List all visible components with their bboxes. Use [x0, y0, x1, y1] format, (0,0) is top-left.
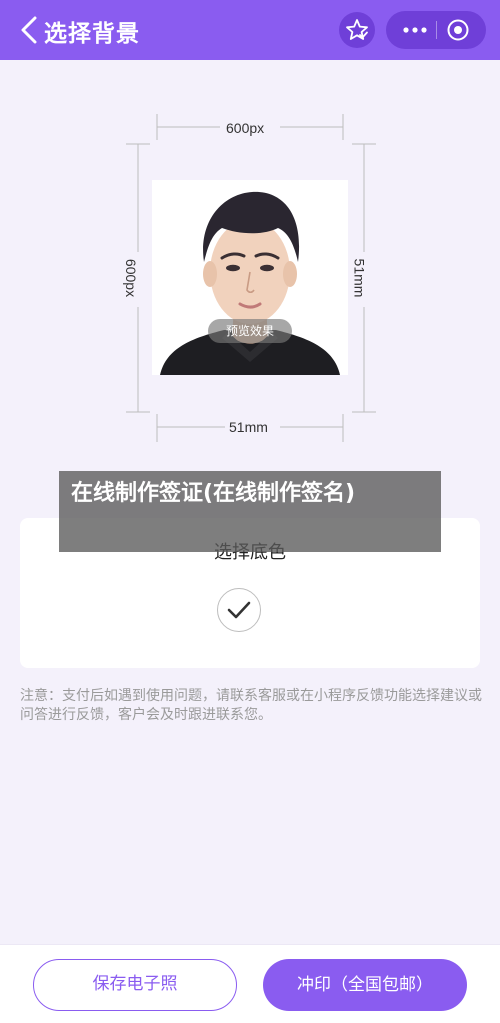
capsule-divider: [436, 21, 437, 39]
top-nav-bar: 选择背景: [0, 0, 500, 60]
watermark-banner: 在线制作签证(在线制作签名): [59, 471, 441, 552]
height-px-label: 600px: [123, 258, 140, 298]
page-title: 选择背景: [44, 21, 140, 47]
id-photo-preview: [152, 180, 348, 375]
save-electronic-photo-button[interactable]: 保存电子照: [33, 959, 237, 1011]
bottom-action-bar: 保存电子照 冲印（全国包邮）: [0, 944, 500, 1023]
preview-effect-badge: 预览效果: [208, 319, 292, 343]
support-notice: 注意：支付后如遇到使用问题，请联系客服或在小程序反馈功能选择建议或问答进行反馈，…: [20, 688, 482, 723]
star-check-icon: [346, 19, 368, 40]
check-icon: [227, 601, 251, 619]
target-close-icon[interactable]: [446, 18, 470, 42]
chevron-left-icon[interactable]: [18, 16, 40, 44]
more-dots-icon[interactable]: [400, 20, 430, 40]
favorite-button[interactable]: [339, 12, 375, 48]
white-color-swatch[interactable]: [217, 588, 261, 632]
print-photo-button[interactable]: 冲印（全国包邮）: [263, 959, 467, 1011]
mini-program-capsule: [386, 11, 486, 49]
portrait-illustration: [152, 180, 348, 375]
background-select-page: 选择背景 600px 51mm 600px 51mm 预览效果 选择底色 在线制…: [0, 0, 500, 1023]
width-mm-label: 51mm: [229, 419, 268, 435]
height-mm-label: 51mm: [351, 258, 368, 298]
width-px-label: 600px: [226, 120, 265, 136]
